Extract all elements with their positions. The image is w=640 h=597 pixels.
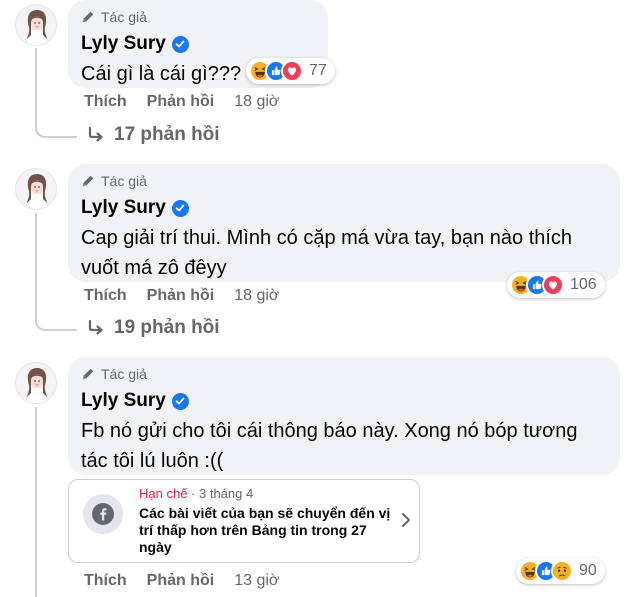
- comment-bubble: Tác giả Lyly Sury Fb nó gửi cho tôi cái …: [68, 357, 620, 475]
- verified-badge-icon: [171, 392, 189, 410]
- notice-date: 3 tháng 4: [199, 486, 254, 501]
- thread-elbow: [35, 311, 77, 331]
- verified-badge-icon: [171, 199, 189, 217]
- notice-status: Hạn chế: [139, 486, 188, 501]
- author-name[interactable]: Lyly Sury: [81, 197, 166, 219]
- pen-icon: [81, 367, 95, 381]
- thread-line: [35, 407, 37, 597]
- like-button[interactable]: Thích: [84, 93, 127, 111]
- comment-text: Fb nó gửi cho tôi cái thông báo này. Xon…: [81, 420, 578, 472]
- thread-line: [35, 213, 37, 313]
- comment-actions: Thích Phản hồi 13 giờ: [84, 572, 279, 590]
- like-button[interactable]: Thích: [84, 287, 127, 305]
- love-reaction-icon: [281, 60, 303, 82]
- reply-button[interactable]: Phản hồi: [147, 93, 215, 111]
- author-name[interactable]: Lyly Sury: [81, 33, 166, 55]
- author-badge: Tác giả: [81, 8, 315, 26]
- love-reaction-icon: [542, 274, 564, 296]
- comment-bubble: Tác giả Lyly Sury Cap giải trí thui. Mìn…: [68, 164, 620, 282]
- comment-timestamp[interactable]: 18 giờ: [234, 287, 279, 305]
- author-badge-label: Tác giả: [101, 173, 147, 189]
- restriction-notice-card[interactable]: Hạn chế · 3 tháng 4 Các bài viết của bạn…: [68, 479, 420, 563]
- reaction-count: 90: [579, 562, 597, 579]
- thread-line: [35, 48, 37, 120]
- thread-elbow: [35, 118, 77, 138]
- like-button[interactable]: Thích: [84, 572, 127, 590]
- pen-icon: [81, 10, 95, 24]
- avatar[interactable]: [15, 362, 57, 404]
- reaction-count: 106: [570, 276, 597, 293]
- verified-badge-icon: [171, 35, 189, 53]
- pen-icon: [81, 174, 95, 188]
- chevron-right-icon: [401, 512, 411, 533]
- author-badge-label: Tác giả: [101, 9, 147, 25]
- reply-button[interactable]: Phản hồi: [147, 287, 215, 305]
- comment-timestamp[interactable]: 18 giờ: [234, 93, 279, 111]
- sad-reaction-icon: [551, 560, 573, 582]
- view-replies-link[interactable]: 17 phản hồi: [86, 124, 220, 146]
- author-badge: Tác giả: [81, 172, 607, 190]
- author-badge-label: Tác giả: [101, 366, 147, 382]
- notice-text: Các bài viết của bạn sẽ chuyển đến vị tr…: [139, 505, 391, 555]
- avatar[interactable]: [15, 168, 57, 210]
- reaction-count: 77: [309, 62, 327, 79]
- comment-timestamp[interactable]: 13 giờ: [234, 572, 279, 590]
- replies-count-label: 19 phản hồi: [114, 317, 220, 338]
- facebook-logo-icon: [83, 494, 123, 534]
- reaction-summary[interactable]: 77: [246, 58, 335, 84]
- reaction-summary[interactable]: 106: [507, 272, 605, 298]
- author-badge: Tác giả: [81, 365, 607, 383]
- view-replies-link[interactable]: 19 phản hồi: [86, 317, 220, 339]
- reply-arrow-icon: [86, 125, 106, 145]
- avatar[interactable]: [15, 4, 57, 46]
- comment-actions: Thích Phản hồi 18 giờ: [84, 93, 279, 111]
- author-name[interactable]: Lyly Sury: [81, 390, 166, 412]
- reply-arrow-icon: [86, 318, 106, 338]
- notice-meta: Hạn chế · 3 tháng 4: [139, 486, 253, 501]
- reaction-summary[interactable]: 90: [516, 558, 605, 584]
- reply-button[interactable]: Phản hồi: [147, 572, 215, 590]
- replies-count-label: 17 phản hồi: [114, 124, 220, 145]
- comment-actions: Thích Phản hồi 18 giờ: [84, 287, 279, 305]
- notice-separator: ·: [191, 486, 196, 501]
